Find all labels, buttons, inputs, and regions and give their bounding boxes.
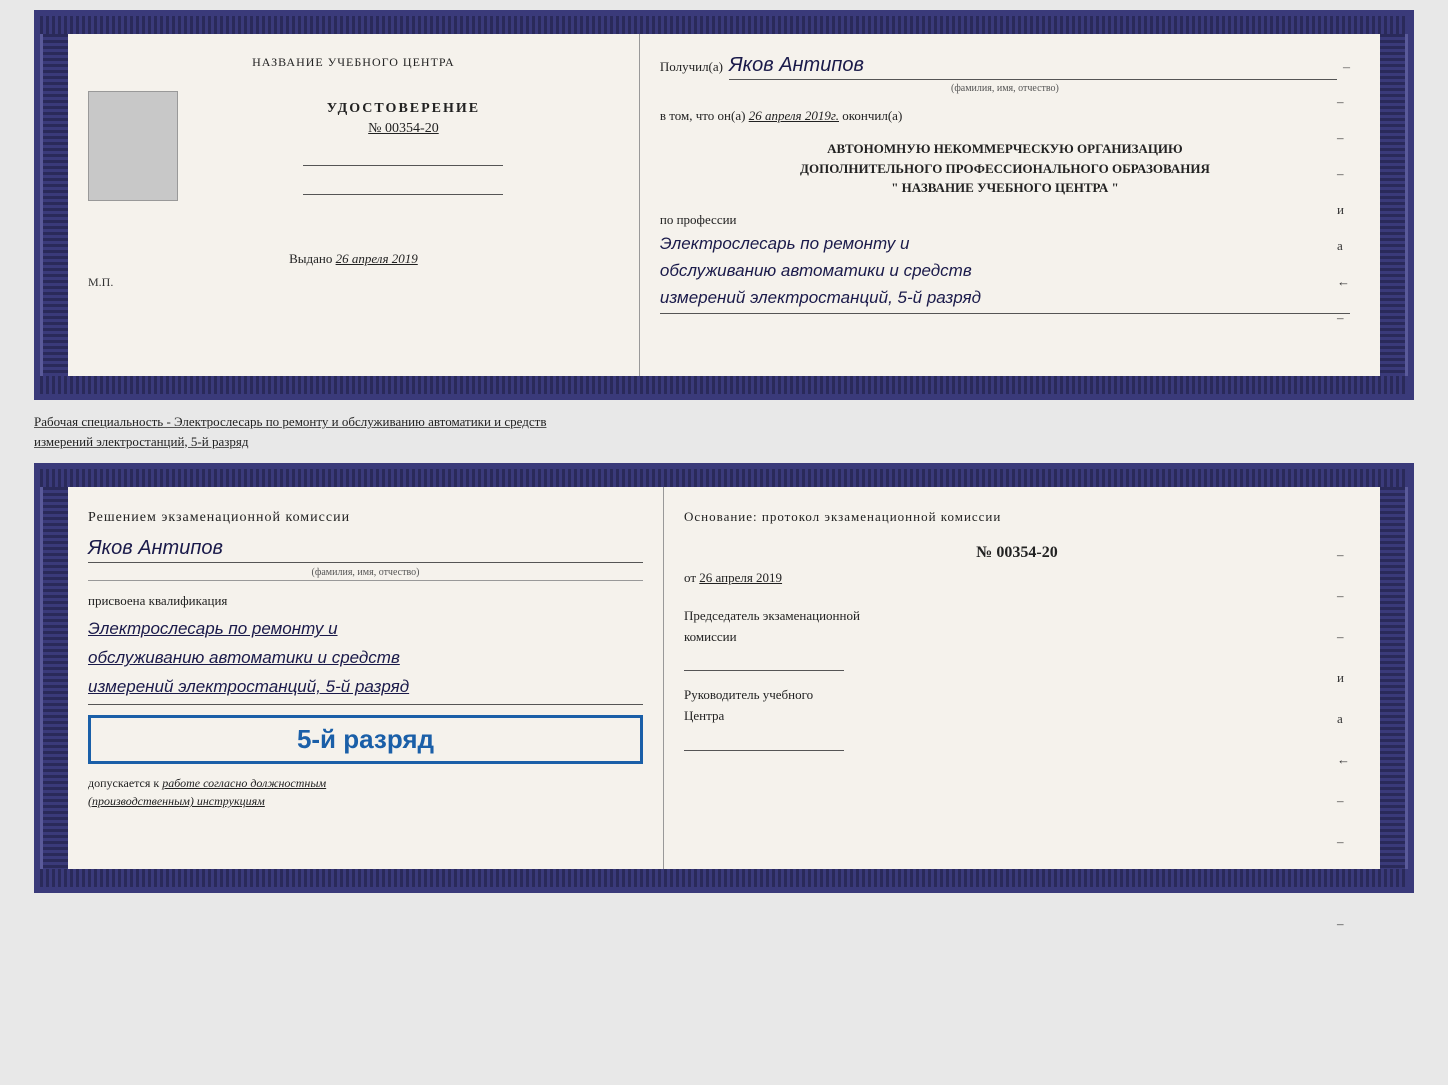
cert-top-left-panel: НАЗВАНИЕ УЧЕБНОГО ЦЕНТРА УДОСТОВЕРЕНИЕ №… xyxy=(68,34,640,376)
cert-bottom-left-panel: Решением экзаменационной комиссии Яков А… xyxy=(68,487,664,869)
spine-right-bottom xyxy=(1380,469,1408,887)
spine-left xyxy=(40,16,68,394)
bottom-spine-bar xyxy=(40,376,1408,394)
cert-doc-type: УДОСТОВЕРЕНИЕ xyxy=(327,101,480,117)
side-dashes-top: – – – и а ← – xyxy=(1337,94,1350,326)
cert-line-2 xyxy=(303,194,503,195)
chairman-block: Председатель экзаменационной комиссии xyxy=(684,606,1350,676)
assigned-label: присвоена квалификация xyxy=(88,593,643,609)
cert-top-document: НАЗВАНИЕ УЧЕБНОГО ЦЕНТРА УДОСТОВЕРЕНИЕ №… xyxy=(34,10,1414,400)
director-sign-line xyxy=(684,731,844,751)
grade-badge: 5-й разряд xyxy=(88,715,643,764)
resolution-title: Решением экзаменационной комиссии xyxy=(88,507,643,529)
cert-org-name-top: НАЗВАНИЕ УЧЕБНОГО ЦЕНТРА xyxy=(252,54,455,71)
cert-line-1 xyxy=(303,165,503,166)
basis-number: № 00354-20 xyxy=(684,544,1350,562)
resolution-name: Яков Антипов xyxy=(88,537,643,563)
document-wrapper: НАЗВАНИЕ УЧЕБНОГО ЦЕНТРА УДОСТОВЕРЕНИЕ №… xyxy=(34,10,1414,893)
bottom-doc-bottom-spine xyxy=(40,869,1408,887)
cert-bottom-right-panel: Основание: протокол экзаменационной коми… xyxy=(664,487,1380,869)
spine-left-bottom xyxy=(40,469,68,887)
cert-bottom-document: Решением экзаменационной комиссии Яков А… xyxy=(34,463,1414,893)
cert-photo-placeholder xyxy=(88,91,178,201)
cert-bottom-content: Решением экзаменационной комиссии Яков А… xyxy=(68,469,1380,887)
director-block: Руководитель учебного Центра xyxy=(684,685,1350,755)
resolution-name-subtitle: (фамилия, имя, отчество) xyxy=(88,567,643,581)
recipient-subtitle-top: (фамилия, имя, отчество) xyxy=(660,83,1350,94)
basis-date: от 26 апреля 2019 xyxy=(684,570,1350,586)
spine-right-top xyxy=(1380,16,1408,394)
cert-number-top: № 00354-20 xyxy=(368,121,439,137)
cert-issued-date: Выдано 26 апреля 2019 xyxy=(289,251,418,267)
cert-profession-value-top: Электрослесарь по ремонту и обслуживанию… xyxy=(660,230,1350,315)
cert-top-right-panel: Получил(а) Яков Антипов – (фамилия, имя,… xyxy=(640,34,1380,376)
cert-top-content: НАЗВАНИЕ УЧЕБНОГО ЦЕНТРА УДОСТОВЕРЕНИЕ №… xyxy=(68,16,1380,394)
basis-title: Основание: протокол экзаменационной коми… xyxy=(684,507,1350,528)
cert-mp-label: М.П. xyxy=(88,275,113,290)
top-spine-bar xyxy=(40,16,1408,34)
cert-org-fullname: АВТОНОМНУЮ НЕКОММЕРЧЕСКУЮ ОРГАНИЗАЦИЮ ДО… xyxy=(660,139,1350,198)
chairman-sign-line xyxy=(684,651,844,671)
resolution-allow: допускается к работе согласно должностны… xyxy=(88,774,643,810)
resolution-qual-value: Электрослесарь по ремонту и обслуживанию… xyxy=(88,615,643,705)
bottom-doc-top-spine xyxy=(40,469,1408,487)
annotation-text: Рабочая специальность - Электрослесарь п… xyxy=(34,408,1414,455)
